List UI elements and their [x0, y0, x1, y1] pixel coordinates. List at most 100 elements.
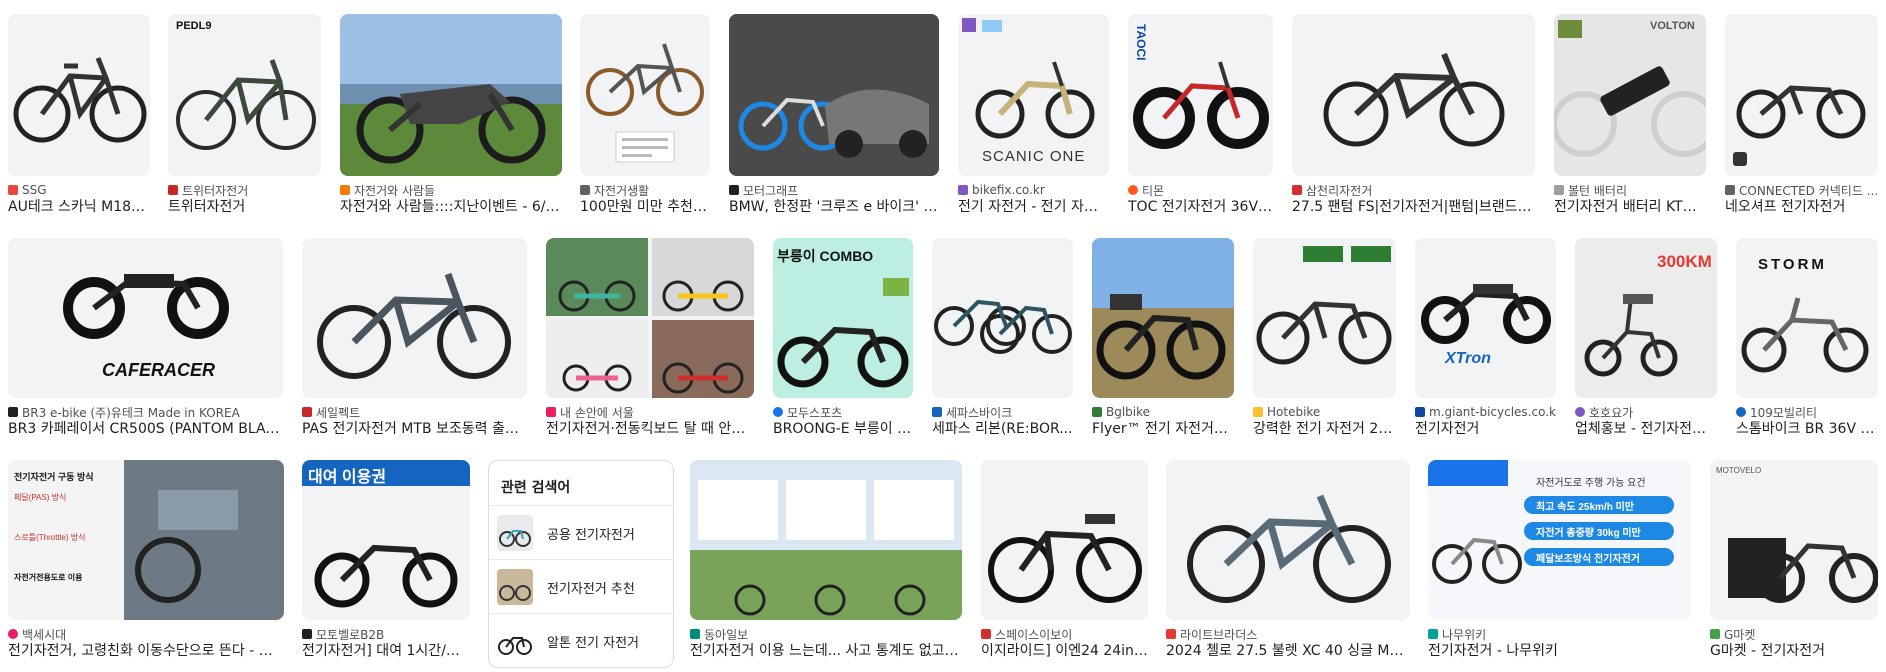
- favicon-icon: [1292, 185, 1302, 195]
- related-thumbnail: [497, 569, 533, 605]
- favicon-icon: [773, 407, 783, 417]
- result-title[interactable]: 전기자전거: [1415, 420, 1556, 438]
- result-image[interactable]: [340, 14, 562, 176]
- result-title[interactable]: 27.5 팬텀 FS|전기자전거|팬텀|브랜드|자...: [1292, 198, 1535, 216]
- result-image[interactable]: 300KM: [1575, 238, 1717, 398]
- result-image[interactable]: [981, 460, 1148, 620]
- favicon-icon: [1128, 185, 1138, 195]
- source-name: 티몬: [1142, 183, 1165, 198]
- brand-logo: 부릉이 COMBO: [777, 248, 874, 264]
- result-title[interactable]: 전기 자전거 - 전기 자전...: [958, 198, 1109, 216]
- result-title[interactable]: 강력한 전기 자전거 26...: [1253, 420, 1396, 438]
- result-image[interactable]: VOLTON: [1554, 14, 1706, 176]
- result-title[interactable]: TOC 전기자전거 36V ...: [1128, 198, 1273, 216]
- result-title[interactable]: 트위터자전거: [168, 198, 321, 216]
- related-search-label: 알톤 전기 자전거: [547, 635, 639, 651]
- brand-logo: VOLTON: [1650, 20, 1695, 32]
- favicon-icon: [729, 185, 739, 195]
- brand-logo: MOTOVELO: [1716, 466, 1762, 475]
- result-image[interactable]: [1253, 238, 1396, 398]
- favicon-icon: [1428, 629, 1438, 639]
- favicon-icon: [1253, 407, 1263, 417]
- result-image[interactable]: PEDL9: [168, 14, 321, 176]
- related-searches-card: 관련 검색어 공용 전기자전거 전기자전거 추천 알톤 전기 자전거: [488, 460, 674, 668]
- favicon-icon: [958, 185, 968, 195]
- result-image[interactable]: SCANIC ONE: [958, 14, 1109, 176]
- info-requirement: 페달보조방식 전기자전거: [1536, 554, 1640, 565]
- result-image[interactable]: TAOCI: [1128, 14, 1273, 176]
- source-name: 자전거생활: [594, 183, 650, 198]
- result-title[interactable]: 전기자전거 이용 느는데... 사고 통계도 없고 안...: [690, 642, 962, 660]
- result-title[interactable]: BMW, 한정판 '크루즈 e 바이크' 공...: [729, 198, 939, 216]
- result-title[interactable]: 100만원 미만 추천 ...: [580, 198, 710, 216]
- result-image[interactable]: CAFERACER: [8, 238, 283, 398]
- related-search-item[interactable]: 알톤 전기 자전거: [489, 613, 673, 668]
- result-title[interactable]: AU테크 스카닉 M180 ...: [8, 198, 150, 216]
- result-title[interactable]: 업체홍보 - 전기자전거 ...: [1575, 420, 1717, 438]
- result-image[interactable]: [546, 238, 754, 398]
- result-title[interactable]: 전기자전거, 고령친화 이동수단으로 뜬다 - 백세...: [8, 642, 284, 660]
- result-image[interactable]: [8, 14, 150, 176]
- favicon-icon: [932, 407, 942, 417]
- related-search-item[interactable]: 전기자전거 추천: [489, 559, 673, 614]
- result-image[interactable]: STORM: [1736, 238, 1878, 398]
- result-image[interactable]: [1166, 460, 1410, 620]
- result-image[interactable]: [932, 238, 1073, 398]
- info-requirement: 최고 속도 25km/h 미만: [1536, 502, 1634, 513]
- source-name: 삼천리자전거: [1306, 183, 1373, 198]
- favicon-icon: [1554, 185, 1564, 195]
- result-title[interactable]: 전기자전거] 대여 1시간/종...: [302, 642, 470, 660]
- source-name: Bglbike: [1106, 405, 1151, 419]
- result-image[interactable]: [1092, 238, 1234, 398]
- source-name: CONNECTED 커넥티드 ...: [1739, 183, 1878, 198]
- result-image[interactable]: [690, 460, 962, 620]
- favicon-icon: [340, 185, 350, 195]
- result-title[interactable]: 전기자전거 - 나무위키: [1428, 642, 1691, 660]
- result-title[interactable]: 세파스 리본(RE:BOR...: [932, 420, 1073, 438]
- brand-logo: TAOCI: [1134, 24, 1148, 61]
- brand-logo: 300KM: [1657, 252, 1712, 271]
- result-image[interactable]: [1725, 14, 1878, 176]
- result-title[interactable]: 전기자전거 배터리 KTX ...: [1554, 198, 1706, 216]
- source-name: 볼턴 배터리: [1568, 183, 1628, 198]
- result-image[interactable]: [302, 238, 527, 398]
- source-name: 호호요가: [1589, 405, 1634, 420]
- result-title[interactable]: 이지라이드] 이엔24 24inch...: [981, 642, 1148, 660]
- result-title[interactable]: PAS 전기자전거 MTB 보조동력 출퇴...: [302, 420, 527, 438]
- result-image[interactable]: 대여 이용권: [302, 460, 470, 620]
- info-pas: 페달(PAS) 방식: [14, 493, 67, 502]
- source-name: 라이트브라더스: [1180, 627, 1258, 642]
- result-title[interactable]: 스톰바이크 BR 36V 7...: [1736, 420, 1878, 438]
- related-thumbnail: [497, 515, 533, 551]
- result-title[interactable]: 자전거와 사람들::::지난이벤트 - 6/3(...: [340, 198, 562, 216]
- brand-logo: 대여 이용권: [308, 469, 387, 486]
- info-lane: 자전거전용도로 이용: [14, 573, 83, 582]
- result-image[interactable]: [729, 14, 939, 176]
- info-heading: 자전거도로 주행 가능 요건: [1536, 478, 1646, 489]
- favicon-icon: [1166, 629, 1176, 639]
- result-image[interactable]: 자전거도로 주행 가능 요건 최고 속도 25km/h 미만 자전거 총중량 3…: [1428, 460, 1691, 620]
- result-image[interactable]: [1292, 14, 1535, 176]
- result-title[interactable]: 네오셔프 전기자전거: [1725, 198, 1878, 216]
- source-name: m.giant-bicycles.co.kr: [1429, 405, 1556, 419]
- result-title[interactable]: Flyer™ 전기 자전거의...: [1092, 420, 1234, 438]
- favicon-icon: [1575, 407, 1585, 417]
- result-title[interactable]: BR3 카페레이서 CR500S (PANTOM BLACK)...: [8, 420, 283, 438]
- result-title[interactable]: 전기자전거·전동킥보드 탈 때 안전...: [546, 420, 754, 438]
- source-name: 스페이스이보이: [995, 627, 1073, 642]
- source-name: 모두스포츠: [787, 405, 843, 420]
- result-image[interactable]: MOTOVELO: [1710, 460, 1878, 620]
- result-title[interactable]: 2024 첼로 27.5 불렛 XC 40 싱글 MTB 센...: [1166, 642, 1410, 660]
- brand-logo: STORM: [1758, 256, 1827, 273]
- brand-logo: SCANIC ONE: [982, 148, 1086, 165]
- favicon-icon: [690, 629, 700, 639]
- result-image[interactable]: [580, 14, 710, 176]
- source-name: bikefix.co.kr: [972, 183, 1045, 197]
- related-search-item[interactable]: 공용 전기자전거: [489, 505, 673, 560]
- result-title[interactable]: BROONG-E 부릉이 C...: [773, 420, 913, 438]
- result-image[interactable]: XTron: [1415, 238, 1556, 398]
- brand-logo: PEDL9: [176, 20, 212, 32]
- result-image[interactable]: 전기자전거 구동 방식 페달(PAS) 방식 스로틀(Throttle) 방식 …: [8, 460, 284, 620]
- result-image[interactable]: 부릉이 COMBO: [773, 238, 913, 398]
- result-title[interactable]: G마켓 - 전기자전거: [1710, 642, 1878, 660]
